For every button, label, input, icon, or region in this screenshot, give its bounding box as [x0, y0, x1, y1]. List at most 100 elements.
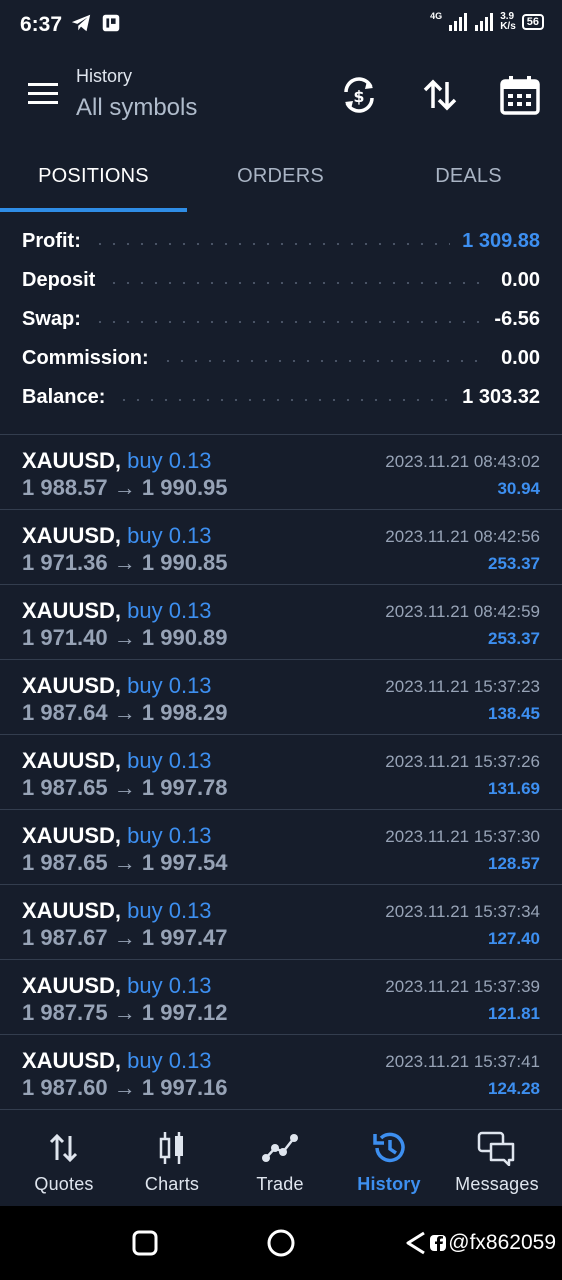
summary-row-balance: Balance: 1 303.32 [0, 378, 562, 417]
deal-time: 2023.11.21 08:43:02 [385, 452, 540, 471]
symbol-label: XAUUSD, buy 0.13 [22, 673, 212, 699]
symbol-label: XAUUSD, buy 0.13 [22, 823, 212, 849]
history-icon [373, 1132, 405, 1163]
nav-messages[interactable]: Messages [441, 1118, 553, 1206]
price-arrow: → [113, 775, 136, 800]
position-row[interactable]: XAUUSD, buy 0.13 1 987.67 → 1 997.47 2023.… [0, 885, 562, 960]
quotes-icon [49, 1133, 78, 1163]
symbol-name: XAUUSD, [22, 598, 122, 623]
open-price: 1 971.36 [22, 550, 108, 575]
dotted-leader [117, 398, 451, 401]
summary-value: -6.56 [494, 308, 540, 330]
network-type: 4G [430, 11, 443, 21]
price-range: 1 987.65 → 1 997.78 [22, 775, 228, 801]
summary-value: 1 303.32 [462, 386, 540, 408]
svg-text:$: $ [353, 87, 364, 106]
summary-label: Swap: [22, 308, 81, 330]
price-arrow: → [113, 550, 136, 575]
deal-profit: 131.69 [488, 779, 540, 798]
price-arrow: → [113, 850, 136, 875]
back-icon[interactable] [404, 1230, 428, 1256]
sort-icon[interactable] [419, 74, 461, 116]
position-row[interactable]: XAUUSD, buy 0.13 1 987.64 → 1 998.29 2023.… [0, 660, 562, 735]
summary-value: 1 309.88 [462, 230, 540, 252]
deal-profit: 138.45 [488, 704, 540, 723]
summary-label: Deposit [22, 269, 96, 291]
recent-apps-icon[interactable] [130, 1228, 160, 1258]
tab-positions[interactable]: POSITIONS [0, 150, 187, 208]
position-row[interactable]: XAUUSD, buy 0.13 1 987.65 → 1 997.54 2023.… [0, 810, 562, 885]
close-price: 1 997.47 [141, 925, 228, 950]
symbol-filter[interactable]: All symbols [76, 94, 197, 122]
app-notification-icon [102, 14, 120, 32]
open-price: 1 987.65 [22, 850, 108, 875]
dotted-leader [92, 320, 483, 323]
price-range: 1 987.65 → 1 997.54 [22, 850, 228, 876]
symbol-name: XAUUSD, [22, 898, 122, 923]
status-time: 6:37 [20, 13, 63, 36]
position-row[interactable]: XAUUSD, buy 0.13 1 971.36 → 1 990.85 2023.… [0, 510, 562, 585]
price-arrow: → [113, 1075, 136, 1100]
nav-history[interactable]: History [333, 1118, 445, 1206]
system-navigation-bar: @fx862059 [0, 1206, 562, 1280]
position-row[interactable]: XAUUSD, buy 0.13 1 987.75 → 1 997.12 2023.… [0, 960, 562, 1035]
position-row[interactable]: XAUUSD, buy 0.13 1 971.40 → 1 990.89 2023.… [0, 585, 562, 660]
symbol-label: XAUUSD, buy 0.13 [22, 1048, 212, 1074]
signal-icon [449, 13, 468, 31]
summary-value: 0.00 [501, 347, 540, 369]
net-speed: 3.9 K/s [500, 11, 516, 32]
symbol-name: XAUUSD, [22, 1048, 122, 1073]
history-tabs: POSITIONS ORDERS DEALS [0, 150, 562, 212]
trade-icon [262, 1134, 298, 1162]
tab-orders[interactable]: ORDERS [187, 150, 374, 208]
deal-profit: 30.94 [497, 479, 540, 498]
summary-panel: Profit: 1 309.88 Deposit 0.00 Swap: -6.5… [0, 222, 562, 417]
price-range: 1 988.57 → 1 990.95 [22, 475, 228, 501]
price-arrow: → [113, 925, 136, 950]
price-range: 1 987.60 → 1 997.16 [22, 1075, 228, 1101]
tab-deals[interactable]: DEALS [375, 150, 562, 208]
watermark: @fx862059 [404, 1230, 556, 1256]
open-price: 1 987.67 [22, 925, 108, 950]
summary-label: Balance: [22, 386, 106, 408]
nav-label: Quotes [34, 1174, 94, 1194]
facebook-icon [430, 1235, 447, 1251]
deal-time: 2023.11.21 08:42:56 [385, 527, 540, 546]
price-range: 1 971.36 → 1 990.85 [22, 550, 228, 576]
messages-icon [477, 1131, 515, 1166]
price-arrow: → [113, 625, 136, 650]
calendar-icon[interactable] [499, 74, 541, 116]
order-type: buy 0.13 [127, 898, 212, 923]
deal-time: 2023.11.21 15:37:39 [385, 977, 540, 996]
currency-exchange-icon[interactable]: $ [338, 74, 380, 116]
page-title: History [76, 66, 133, 86]
menu-icon[interactable] [28, 78, 60, 110]
close-price: 1 990.85 [141, 550, 228, 575]
summary-row-commission: Commission: 0.00 [0, 339, 562, 378]
nav-charts[interactable]: Charts [116, 1118, 228, 1206]
deal-profit: 127.40 [488, 929, 540, 948]
close-price: 1 990.89 [141, 625, 228, 650]
nav-trade[interactable]: Trade [224, 1118, 336, 1206]
position-row[interactable]: XAUUSD, buy 0.13 1 987.60 → 1 997.16 2023.… [0, 1035, 562, 1110]
status-bar: 6:37 4G 3.9 K/s 56 [0, 0, 562, 52]
order-type: buy 0.13 [127, 823, 212, 848]
nav-quotes[interactable]: Quotes [8, 1118, 120, 1206]
position-row[interactable]: XAUUSD, buy 0.13 1 987.65 → 1 997.78 2023.… [0, 735, 562, 810]
active-tab-indicator [0, 208, 187, 212]
open-price: 1 987.60 [22, 1075, 108, 1100]
order-type: buy 0.13 [127, 448, 212, 473]
deal-time: 2023.11.21 08:42:59 [385, 602, 540, 621]
deal-profit: 253.37 [488, 554, 540, 573]
signal-icon-2 [475, 13, 494, 31]
price-arrow: → [113, 700, 136, 725]
price-range: 1 987.67 → 1 997.47 [22, 925, 228, 951]
order-type: buy 0.13 [127, 598, 212, 623]
home-icon[interactable] [266, 1228, 296, 1258]
symbol-name: XAUUSD, [22, 448, 122, 473]
price-range: 1 987.75 → 1 997.12 [22, 1000, 228, 1026]
summary-label: Commission: [22, 347, 149, 369]
position-row[interactable]: XAUUSD, buy 0.13 1 988.57 → 1 990.95 2023.… [0, 435, 562, 510]
symbol-label: XAUUSD, buy 0.13 [22, 598, 212, 624]
price-arrow: → [113, 1000, 136, 1025]
